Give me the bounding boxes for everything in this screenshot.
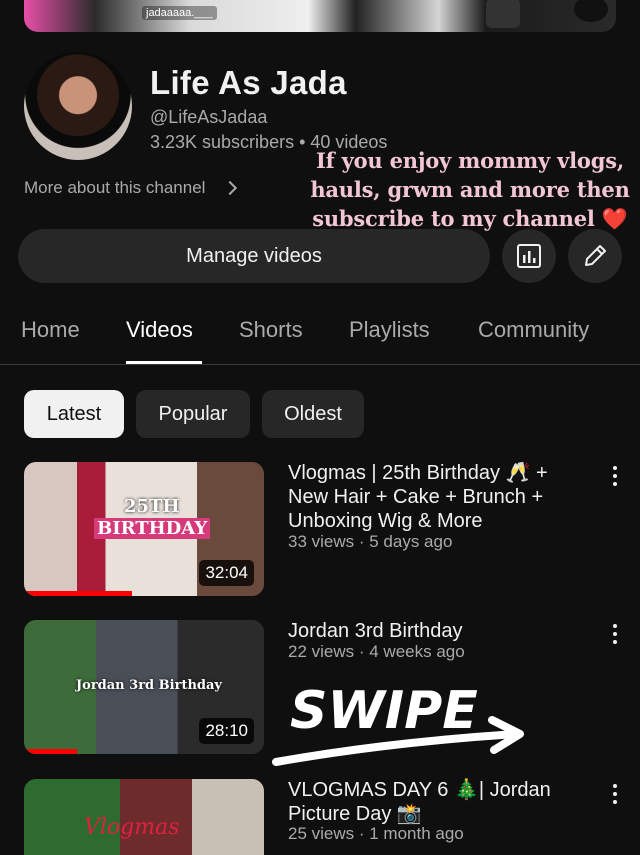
channel-tabs: Home Videos Shorts Playlists Community bbox=[0, 305, 640, 365]
watch-progress-bar bbox=[24, 749, 77, 754]
channel-banner[interactable]: jadaaaaa.___ bbox=[24, 0, 616, 32]
more-options-icon[interactable] bbox=[612, 784, 618, 804]
active-tab-indicator bbox=[126, 361, 202, 364]
video-title[interactable]: VLOGMAS DAY 6 🎄| Jordan Picture Day 📸 bbox=[288, 778, 588, 826]
edit-channel-button[interactable] bbox=[568, 229, 622, 283]
manage-videos-label: Manage videos bbox=[186, 244, 322, 267]
thumbnail-caption: Vlogmas bbox=[84, 815, 180, 840]
channel-handle: @LifeAsJadaa bbox=[150, 107, 268, 127]
heart-decoration bbox=[574, 0, 608, 22]
tab-playlists[interactable]: Playlists bbox=[349, 317, 430, 343]
more-options-icon[interactable] bbox=[612, 466, 618, 486]
banner-handle: jadaaaaa.___ bbox=[142, 6, 217, 20]
tab-shorts[interactable]: Shorts bbox=[239, 317, 303, 343]
chip-oldest-label: Oldest bbox=[284, 402, 342, 425]
video-thumbnail[interactable]: Vlogmas bbox=[24, 779, 264, 855]
tab-community[interactable]: Community bbox=[478, 317, 589, 343]
manage-videos-button[interactable]: Manage videos bbox=[18, 229, 490, 283]
thumbnail-caption: BIRTHDAY bbox=[94, 518, 211, 539]
chip-latest[interactable]: Latest bbox=[24, 390, 124, 438]
promo-line-3: subscribe to my channel bbox=[312, 206, 595, 231]
video-duration: 32:04 bbox=[199, 560, 254, 586]
chevron-right-icon bbox=[223, 180, 238, 196]
swipe-overlay: SWIPE bbox=[272, 681, 524, 766]
video-thumbnail[interactable]: 25TH BIRTHDAY 32:04 bbox=[24, 462, 264, 596]
chip-oldest[interactable]: Oldest bbox=[262, 390, 364, 438]
promo-line-2: hauls, grwm and more then bbox=[310, 177, 630, 202]
more-about-label: More about this channel bbox=[24, 178, 206, 197]
promo-overlay-text: If you enjoy mommy vlogs, hauls, grwm an… bbox=[306, 146, 634, 233]
video-meta: 33 views · 5 days ago bbox=[288, 532, 453, 551]
channel-avatar[interactable] bbox=[24, 52, 132, 160]
heart-emoji: ❤️ bbox=[601, 206, 628, 231]
watch-progress-bar bbox=[24, 591, 132, 596]
promo-line-1: If you enjoy mommy vlogs, bbox=[316, 148, 624, 173]
channel-name: Life As Jada bbox=[150, 64, 347, 101]
video-duration: 28:10 bbox=[199, 718, 254, 744]
analytics-button[interactable] bbox=[502, 229, 556, 283]
video-meta: 22 views · 4 weeks ago bbox=[288, 642, 465, 661]
analytics-icon bbox=[517, 244, 541, 268]
video-thumbnail[interactable]: Jordan 3rd Birthday 28:10 bbox=[24, 620, 264, 754]
chip-latest-label: Latest bbox=[46, 402, 102, 425]
video-title[interactable]: Vlogmas | 25th Birthday 🥂 + New Hair + C… bbox=[288, 461, 588, 533]
thumbnail-caption: 25TH bbox=[124, 496, 180, 517]
camera-decoration bbox=[486, 0, 520, 28]
chip-popular[interactable]: Popular bbox=[136, 390, 250, 438]
video-title[interactable]: Jordan 3rd Birthday bbox=[288, 619, 588, 643]
video-meta: 25 views · 1 month ago bbox=[288, 824, 464, 843]
more-about-channel-link[interactable]: More about this channel bbox=[24, 178, 238, 198]
swipe-text: SWIPE bbox=[290, 681, 478, 741]
thumbnail-caption: Jordan 3rd Birthday bbox=[76, 678, 222, 693]
pencil-icon bbox=[585, 245, 606, 266]
tab-videos[interactable]: Videos bbox=[126, 317, 193, 343]
chip-popular-label: Popular bbox=[158, 402, 228, 425]
tab-home[interactable]: Home bbox=[21, 317, 80, 343]
more-options-icon[interactable] bbox=[612, 624, 618, 644]
